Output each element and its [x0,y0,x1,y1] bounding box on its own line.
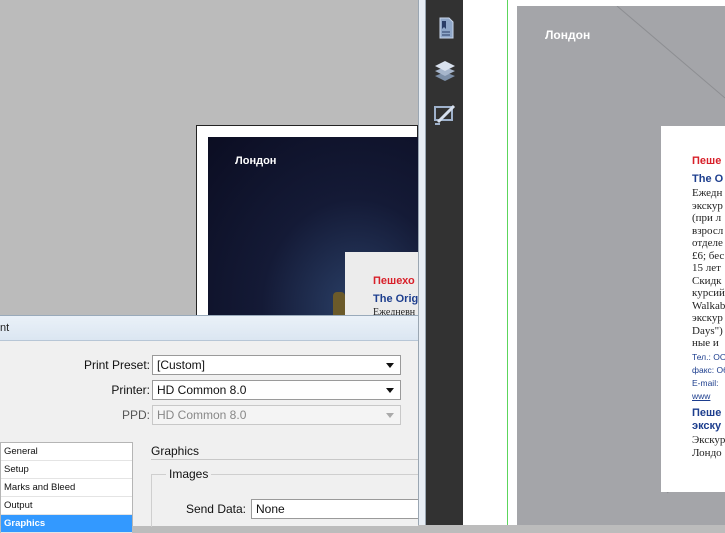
card-body-line: Экскур [692,434,725,446]
card-body-line: £6; бес [692,249,725,262]
category-item-output[interactable]: Output [1,497,132,515]
card-contact-line: Тел.: ОО [692,352,725,362]
card-body-line: Ежедн [692,187,723,199]
chevron-down-icon [386,388,394,393]
card-body-line: Скидк [692,274,722,287]
card-body-line: Walkab [692,299,725,312]
section-title: Graphics [151,444,200,458]
section-divider [151,459,418,460]
side-toolbar [426,0,463,525]
category-item-graphics[interactable]: Graphics [1,515,132,533]
images-group: Images Send Data: None [151,467,419,527]
edit-annotations-icon[interactable] [432,102,458,128]
thumbnail-title: Пешехо [373,275,415,287]
thumbnail-subtitle: The Orig [373,293,419,305]
category-item-general[interactable]: General [1,443,132,461]
send-data-select[interactable]: None [251,499,419,519]
print-preset-select[interactable]: [Custom] [152,355,401,375]
page-text-card[interactable]: Пеше The O Ежедн экскур (при л взросл от… [661,126,725,492]
print-dialog: nt Print Preset: [Custom] Printer: HD Co… [0,315,419,533]
card-contact-line: факс: О6 [692,365,725,375]
category-item-marks-and-bleed[interactable]: Marks and Bleed [1,479,132,497]
print-preset-label: Print Preset: [83,358,150,372]
card-section-title: экску [692,420,722,432]
panel-splitter[interactable] [418,0,426,525]
card-body-line: экскур [692,199,723,212]
thumbnail-city-label: Лондон [235,155,277,167]
card-body-line: курсий [692,287,725,299]
printer-select[interactable]: HD Common 8.0 [152,380,401,400]
card-body-line: ные и [692,337,719,349]
ppd-value: HD Common 8.0 [157,408,247,422]
send-data-label: Send Data: [185,502,246,516]
card-body-line: отделе [692,237,723,249]
page-image-frame[interactable]: Лондон Пеше The O Ежедн экскур (при л вз… [517,6,725,525]
images-group-label: Images [166,467,212,481]
category-item-setup[interactable]: Setup [1,461,132,479]
thumbnail-image: Лондон Пешехо The Orig Ежедневн [208,137,419,326]
printer-value: HD Common 8.0 [157,383,247,397]
page-city-label: Лондон [545,28,591,42]
bookmarks-icon[interactable] [432,15,458,41]
card-subtitle: The O [692,173,724,185]
print-preset-value: [Custom] [157,358,206,372]
card-body-line: 15 лет [692,262,721,274]
chevron-down-icon [386,413,394,418]
printer-label: Printer: [111,383,150,397]
page-thumbnail: Лондон Пешехо The Orig Ежедневн [196,125,419,326]
card-contact-link[interactable]: www [692,391,710,401]
ppd-label: PPD: [121,408,150,422]
ppd-select: HD Common 8.0 [152,405,401,425]
chevron-down-icon [386,363,394,368]
card-body-line: взросл [692,224,724,237]
card-body-line: Days") [692,324,723,337]
card-title: Пеше [692,155,722,167]
card-contact-line: E-mail: [692,378,719,388]
card-body-line: Лондо [692,446,722,459]
card-section-title: Пеше [692,407,722,419]
card-body-line: (при л [692,212,722,224]
dialog-titlebar[interactable]: nt [0,316,418,341]
send-data-value: None [256,502,285,516]
card-body-line: экскур [692,312,723,324]
category-list: General Setup Marks and Bleed Output Gra… [0,442,133,533]
bleed-guide [507,0,508,525]
layers-icon[interactable] [432,58,458,84]
dialog-title: nt [0,322,10,334]
